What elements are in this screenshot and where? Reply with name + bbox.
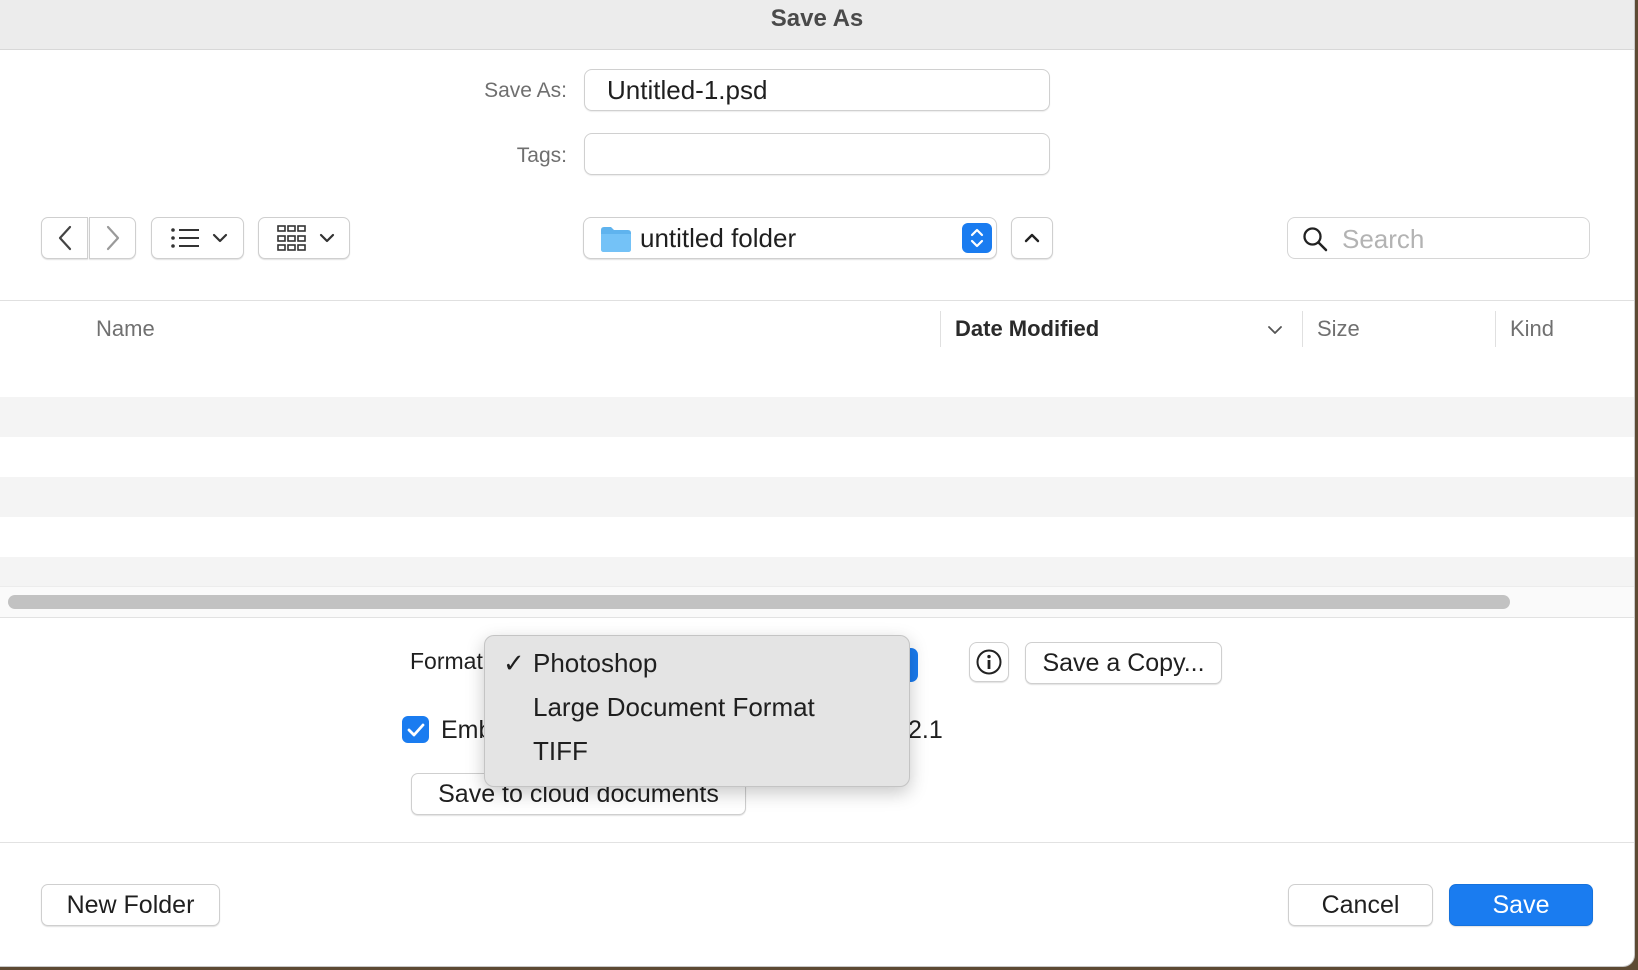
horizontal-scrollbar[interactable] — [0, 586, 1634, 618]
format-label: Format — [410, 648, 483, 674]
filename-field[interactable]: Untitled-1.psd — [584, 69, 1050, 111]
column-size[interactable]: Size — [1317, 301, 1360, 357]
grid-view-button[interactable] — [258, 217, 350, 259]
chevron-down-icon — [212, 233, 228, 243]
column-name[interactable]: Name — [96, 301, 155, 357]
save-a-copy-button[interactable]: Save a Copy... — [1025, 642, 1222, 684]
list-row — [0, 357, 1634, 397]
column-date-modified[interactable]: Date Modified — [955, 301, 1099, 357]
footer-divider — [0, 842, 1634, 843]
list-row — [0, 517, 1634, 557]
column-divider — [940, 311, 941, 347]
column-divider — [1302, 311, 1303, 347]
back-button[interactable] — [41, 217, 88, 259]
tags-label: Tags: — [516, 144, 567, 167]
menu-item-label: Photoshop — [533, 648, 658, 678]
save-button[interactable]: Save — [1449, 884, 1593, 926]
list-view-icon — [171, 228, 199, 248]
menu-item-tiff[interactable]: TIFF — [485, 732, 909, 772]
popup-stepper — [962, 223, 992, 253]
list-row — [0, 477, 1634, 517]
chevron-left-icon — [58, 225, 71, 251]
tags-field[interactable] — [584, 133, 1050, 175]
new-folder-button[interactable]: New Folder — [41, 884, 220, 926]
menu-item-large-document-format[interactable]: Large Document Format — [485, 688, 909, 728]
embed-value: 2.1 — [908, 716, 943, 744]
column-kind[interactable]: Kind — [1510, 301, 1554, 357]
list-row — [0, 437, 1634, 477]
grid-view-icon — [277, 225, 306, 251]
embed-checkbox[interactable] — [402, 716, 429, 743]
location-label: untitled folder — [640, 223, 797, 253]
forward-button[interactable] — [89, 217, 136, 259]
search-field[interactable] — [1287, 217, 1590, 259]
chevron-up-icon — [1024, 233, 1040, 243]
file-list-header: Name Date Modified Size Kind — [0, 300, 1634, 358]
up-down-arrows-icon — [970, 228, 984, 248]
sort-descending-icon[interactable] — [1267, 325, 1283, 335]
menu-checkmark: ✓ — [503, 648, 525, 678]
location-popup[interactable]: untitled folder — [583, 217, 997, 259]
scrollbar-thumb[interactable] — [8, 595, 1510, 609]
checkmark-icon — [407, 723, 424, 736]
info-button[interactable] — [969, 642, 1009, 682]
save-as-label: Save As: — [484, 79, 567, 102]
menu-item-photoshop[interactable]: ✓ Photoshop — [485, 644, 909, 684]
list-view-button[interactable] — [151, 217, 244, 259]
cancel-button[interactable]: Cancel — [1288, 884, 1433, 926]
expand-collapse-button[interactable] — [1011, 217, 1053, 259]
menu-item-label: TIFF — [533, 736, 588, 766]
window-title: Save As — [0, 0, 1634, 50]
chevron-right-icon — [106, 225, 119, 251]
list-row — [0, 397, 1634, 437]
chevron-down-icon — [319, 233, 335, 243]
format-menu: ✓ Photoshop Large Document Format TIFF — [484, 635, 910, 787]
menu-item-label: Large Document Format — [533, 692, 815, 722]
save-as-dialog: Save As Save As: Untitled-1.psd Tags: un… — [0, 0, 1635, 967]
folder-icon — [601, 227, 631, 252]
column-divider — [1495, 311, 1496, 347]
search-input[interactable] — [1340, 222, 1584, 256]
search-icon — [1303, 227, 1328, 252]
info-icon — [976, 649, 1002, 675]
list-row — [0, 557, 1634, 586]
